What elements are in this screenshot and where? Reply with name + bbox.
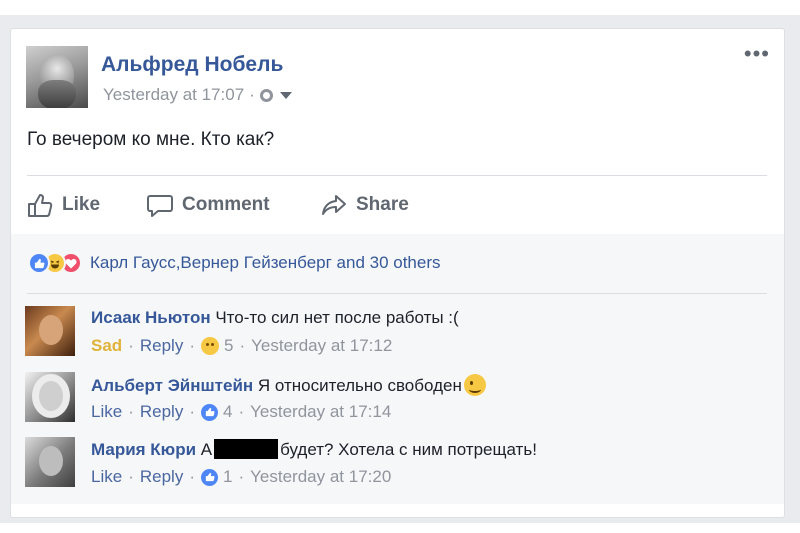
audience-dropdown-icon[interactable] [279, 91, 292, 99]
post-options-icon[interactable]: ••• [744, 43, 770, 65]
thumbs-up-icon [28, 194, 53, 217]
reply-link[interactable]: Reply [140, 467, 183, 487]
wink-emoji-icon [463, 374, 486, 396]
comment-body: Мария Кюри Абудет? Хотела с ним потрещат… [91, 439, 537, 460]
reaction-count[interactable]: 5 [224, 336, 233, 356]
comments-section: Карл Гаусс,Вернер Гейзенберг and 30 othe… [11, 234, 784, 504]
commenter-name[interactable]: Альберт Эйнштейн [91, 376, 253, 395]
reactions-divider [27, 293, 767, 294]
reaction-count[interactable]: 4 [223, 402, 232, 422]
post-text: Го вечером ко мне. Кто как? [27, 129, 275, 150]
comment-item: Исаак Ньютон Что-то сил нет после работы… [25, 306, 765, 360]
post-meta: Yesterday at 17:07 · [103, 85, 292, 105]
reply-link[interactable]: Reply [140, 336, 183, 356]
avatar-beard [38, 80, 76, 108]
comment-text: Что-то сил нет после работы :( [215, 308, 459, 327]
comment-meta: Like · Reply · 4 · Yesterday at 17:14 [91, 402, 392, 422]
comment-text-end: будет? Хотела с ним потрещать! [280, 440, 537, 459]
like-button[interactable]: Like [26, 191, 146, 219]
comment-label: Comment [182, 194, 270, 215]
like-link[interactable]: Like [91, 402, 122, 422]
commenter-avatar[interactable] [25, 437, 75, 487]
reactors-text[interactable]: Карл Гаусс,Вернер Гейзенберг and 30 othe… [90, 253, 441, 273]
comment-button[interactable]: Comment [146, 191, 320, 219]
comment-time[interactable]: Yesterday at 17:14 [250, 402, 391, 422]
comment-body: Альберт Эйнштейн Я относительно свободен [91, 374, 486, 396]
author-avatar[interactable] [26, 46, 88, 108]
comment-text-start: А [200, 440, 213, 459]
comment-item: Альберт Эйнштейн Я относительно свободен… [25, 372, 765, 426]
post-card: Альфред Нобель Yesterday at 17:07 · ••• … [10, 28, 785, 518]
comment-item: Мария Кюри Абудет? Хотела с ним потрещат… [25, 437, 765, 491]
meta-separator: · [249, 85, 255, 104]
share-arrow-icon [322, 195, 346, 215]
post-author-name[interactable]: Альфред Нобель [101, 53, 283, 77]
like-link[interactable]: Like [91, 467, 122, 487]
comment-meta: Like · Reply · 1 · Yesterday at 17:20 [91, 467, 392, 487]
like-icon [201, 468, 218, 486]
share-button[interactable]: Share [320, 191, 409, 219]
comment-body: Исаак Ньютон Что-то сил нет после работы… [91, 308, 459, 328]
sad-reaction-link[interactable]: Sad [91, 336, 122, 356]
commenter-avatar[interactable] [25, 306, 75, 356]
reply-link[interactable]: Reply [140, 402, 183, 422]
comment-meta: Sad · Reply · 5 · Yesterday at 17:12 [91, 336, 393, 356]
share-label: Share [356, 194, 409, 215]
like-reaction-icon [28, 252, 50, 274]
like-label: Like [62, 194, 101, 215]
comment-text: Я относительно свободен [257, 376, 462, 395]
post-divider [27, 175, 767, 176]
comment-time[interactable]: Yesterday at 17:12 [251, 336, 392, 356]
reactions-summary[interactable]: Карл Гаусс,Вернер Гейзенберг and 30 othe… [28, 252, 441, 274]
post-time[interactable]: Yesterday at 17:07 [103, 85, 244, 105]
commenter-name[interactable]: Мария Кюри [91, 440, 196, 459]
redacted-name-block [214, 439, 279, 459]
commenter-avatar[interactable] [25, 372, 75, 422]
globe-icon[interactable] [259, 88, 273, 102]
comment-bubble-icon [147, 195, 173, 217]
commenter-name[interactable]: Исаак Ньютон [91, 308, 211, 327]
comment-time[interactable]: Yesterday at 17:20 [250, 467, 391, 487]
post-actions: Like Comment Share [26, 187, 409, 223]
reaction-count[interactable]: 1 [223, 467, 232, 487]
sad-icon [201, 337, 219, 355]
like-icon [201, 403, 218, 421]
